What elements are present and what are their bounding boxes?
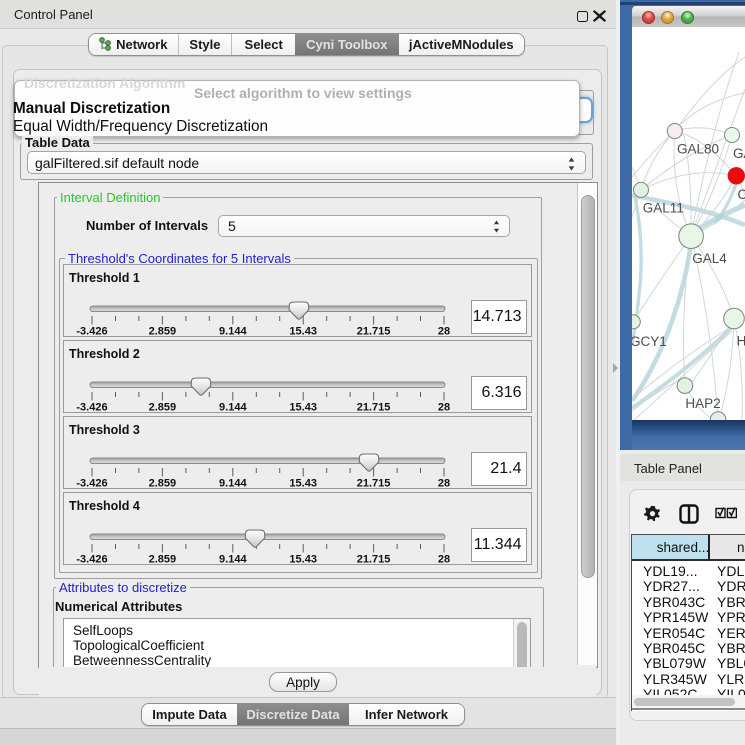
svg-text:21.715: 21.715	[357, 402, 391, 413]
svg-text:21.715: 21.715	[357, 326, 391, 337]
svg-text:9.144: 9.144	[219, 478, 247, 489]
svg-text:GAL80: GAL80	[677, 142, 719, 157]
svg-text:-3.426: -3.426	[76, 478, 107, 489]
svg-text:H: H	[737, 333, 745, 348]
svg-text:28: 28	[438, 554, 450, 565]
svg-text:GA.: GA.	[733, 146, 745, 161]
svg-text:15.43: 15.43	[289, 326, 317, 337]
svg-text:15.43: 15.43	[289, 554, 317, 565]
svg-text:15.43: 15.43	[289, 478, 317, 489]
svg-text:GCY1: GCY1	[632, 334, 667, 349]
svg-text:2.859: 2.859	[149, 402, 177, 413]
svg-text:21.715: 21.715	[357, 554, 391, 565]
svg-text:28: 28	[438, 478, 450, 489]
svg-text:-3.426: -3.426	[76, 554, 107, 565]
svg-text:2.859: 2.859	[149, 554, 177, 565]
svg-text:-3.426: -3.426	[76, 402, 107, 413]
svg-text:GAL11: GAL11	[643, 201, 684, 216]
svg-text:C: C	[738, 187, 745, 202]
svg-text:HAP2: HAP2	[685, 396, 720, 411]
svg-text:2.859: 2.859	[149, 326, 177, 337]
svg-text:GAL4: GAL4	[692, 251, 727, 266]
svg-text:28: 28	[438, 402, 450, 413]
svg-text:21.715: 21.715	[357, 478, 391, 489]
svg-text:-3.426: -3.426	[76, 326, 107, 337]
svg-text:15.43: 15.43	[289, 402, 317, 413]
svg-text:9.144: 9.144	[219, 402, 247, 413]
svg-text:2.859: 2.859	[149, 478, 177, 489]
svg-text:28: 28	[438, 326, 450, 337]
svg-text:9.144: 9.144	[219, 554, 247, 565]
svg-text:9.144: 9.144	[219, 326, 247, 337]
